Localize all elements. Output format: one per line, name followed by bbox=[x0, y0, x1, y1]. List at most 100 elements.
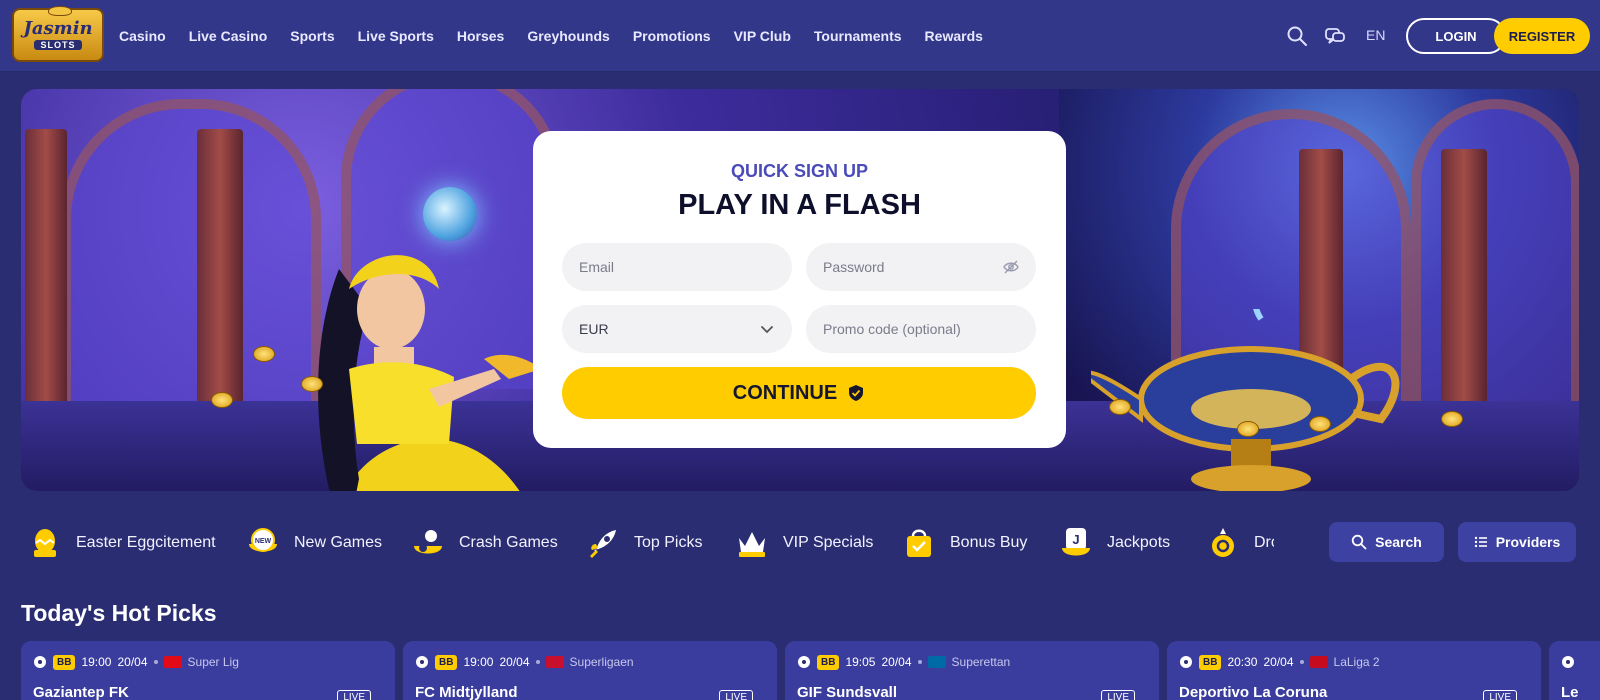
category-vip-specials[interactable]: VIP Specials bbox=[735, 515, 873, 571]
game-search-button[interactable]: Search bbox=[1329, 522, 1444, 562]
hero-arch bbox=[1411, 99, 1579, 419]
match-team: FC Midtjylland bbox=[415, 684, 518, 700]
quick-signup-card: QUICK SIGN UP PLAY IN A FLASH Email Pass… bbox=[533, 131, 1066, 448]
easter-egg-icon bbox=[34, 529, 56, 557]
match-meta: BB 19:00 20/04 Super Lig bbox=[33, 653, 239, 671]
register-button[interactable]: REGISTER bbox=[1494, 18, 1590, 54]
category-drops[interactable]: Dro bbox=[1206, 515, 1274, 571]
nav-greyhounds[interactable]: Greyhounds bbox=[527, 28, 609, 44]
category-top-picks[interactable]: Top Picks bbox=[586, 515, 702, 571]
match-team: GIF Sundsvall bbox=[797, 684, 898, 700]
password-field[interactable]: Password bbox=[806, 243, 1036, 291]
match-time: 19:05 bbox=[845, 655, 876, 669]
separator-dot bbox=[535, 660, 540, 664]
category-label: Bonus Buy bbox=[950, 534, 1028, 551]
logo-text: Jasmin bbox=[23, 18, 93, 39]
match-time: 19:00 bbox=[463, 655, 494, 669]
match-time: 20:30 bbox=[1227, 655, 1258, 669]
currency-value: EUR bbox=[579, 321, 609, 337]
search-button-label: Search bbox=[1375, 534, 1422, 550]
coin-decoration bbox=[253, 346, 275, 362]
game-category-bar: Easter Eggcitement NEW New Games Crash G… bbox=[0, 515, 1310, 571]
match-date: 20/04 bbox=[117, 655, 148, 669]
email-placeholder: Email bbox=[579, 259, 615, 275]
jasmine-illustration bbox=[318, 255, 541, 491]
match-card[interactable]: BB 20:30 20/04 LaLiga 2 Deportivo La Cor… bbox=[1167, 641, 1541, 700]
nav-tournaments[interactable]: Tournaments bbox=[814, 28, 902, 44]
brand-logo[interactable]: Jasmin SLOTS bbox=[12, 6, 104, 62]
coin-decoration bbox=[211, 392, 233, 408]
drops-icon bbox=[1212, 528, 1234, 557]
match-meta: BB 19:05 20/04 Superettan bbox=[797, 653, 1010, 671]
category-label: Crash Games bbox=[459, 534, 558, 551]
chevron-down-icon bbox=[761, 326, 773, 334]
category-label: Easter Eggcitement bbox=[76, 534, 216, 551]
football-icon bbox=[34, 656, 46, 668]
match-meta bbox=[1561, 653, 1575, 671]
category-jackpots[interactable]: J Jackpots bbox=[1059, 515, 1170, 571]
currency-select[interactable]: EUR bbox=[562, 305, 792, 353]
list-icon bbox=[1474, 536, 1487, 548]
category-label: Dro bbox=[1254, 534, 1274, 551]
shield-check-icon bbox=[849, 385, 864, 401]
category-label: Jackpots bbox=[1107, 534, 1171, 551]
match-team: Deportivo La Coruna bbox=[1179, 684, 1328, 700]
category-new-games[interactable]: NEW New Games bbox=[246, 515, 382, 571]
match-team: Gaziantep FK bbox=[33, 684, 129, 700]
language-selector[interactable]: EN bbox=[1366, 27, 1385, 43]
match-meta: BB 20:30 20/04 LaLiga 2 bbox=[1179, 653, 1380, 671]
nav-vip-club[interactable]: VIP Club bbox=[734, 28, 791, 44]
coin-decoration bbox=[1109, 399, 1131, 415]
svg-text:NEW: NEW bbox=[255, 538, 272, 545]
new-badge-icon: NEW bbox=[249, 528, 277, 552]
live-badge: LIVE bbox=[719, 690, 753, 700]
nav-live-casino[interactable]: Live Casino bbox=[189, 28, 268, 44]
search-icon bbox=[1351, 534, 1367, 550]
live-badge: LIVE bbox=[1101, 690, 1135, 700]
category-easter-eggcitement[interactable]: Easter Eggcitement bbox=[28, 515, 216, 571]
live-badge: LIVE bbox=[337, 690, 371, 700]
nav-promotions[interactable]: Promotions bbox=[633, 28, 711, 44]
bet-builder-badge: BB bbox=[53, 654, 76, 670]
magic-lamp-illustration bbox=[1091, 309, 1400, 491]
match-card[interactable]: BB 19:00 20/04 Superligaen FC Midtjyllan… bbox=[403, 641, 777, 700]
category-label: Top Picks bbox=[634, 534, 703, 551]
continue-button[interactable]: CONTINUE bbox=[562, 367, 1036, 419]
rocket-icon bbox=[590, 530, 616, 558]
chat-icon[interactable] bbox=[1324, 25, 1346, 47]
shopping-bag-icon bbox=[907, 529, 931, 557]
providers-button[interactable]: Providers bbox=[1458, 522, 1576, 562]
providers-button-label: Providers bbox=[1495, 534, 1561, 550]
category-crash-games[interactable]: Crash Games bbox=[411, 515, 558, 571]
top-header: Jasmin SLOTS Casino Live Casino Sports L… bbox=[0, 0, 1600, 72]
crown-icon bbox=[739, 532, 765, 557]
category-bonus-buy[interactable]: Bonus Buy bbox=[902, 515, 1027, 571]
nav-casino[interactable]: Casino bbox=[119, 28, 166, 44]
search-icon[interactable] bbox=[1286, 25, 1308, 47]
flag-icon bbox=[1309, 656, 1328, 668]
coin-decoration bbox=[1441, 411, 1463, 427]
match-card[interactable]: BB 19:00 20/04 Super Lig Gaziantep FK LI… bbox=[21, 641, 395, 700]
separator-dot bbox=[153, 660, 158, 664]
nav-live-sports[interactable]: Live Sports bbox=[358, 28, 434, 44]
football-icon bbox=[798, 656, 810, 668]
football-icon bbox=[416, 656, 428, 668]
match-card[interactable]: BB 19:05 20/04 Superettan GIF Sundsvall … bbox=[785, 641, 1159, 700]
nav-horses[interactable]: Horses bbox=[457, 28, 504, 44]
category-label: New Games bbox=[294, 534, 383, 551]
match-card[interactable]: Le bbox=[1549, 641, 1600, 700]
promo-code-field[interactable]: Promo code (optional) bbox=[806, 305, 1036, 353]
coin-decoration bbox=[1309, 416, 1331, 432]
nav-sports[interactable]: Sports bbox=[290, 28, 334, 44]
password-placeholder: Password bbox=[823, 259, 885, 275]
eye-off-icon[interactable] bbox=[1002, 258, 1020, 276]
category-label: VIP Specials bbox=[783, 534, 874, 551]
email-field[interactable]: Email bbox=[562, 243, 792, 291]
match-date: 20/04 bbox=[1263, 655, 1294, 669]
live-badge: LIVE bbox=[1483, 690, 1517, 700]
match-league: Superligaen bbox=[569, 655, 634, 669]
separator-dot bbox=[1299, 660, 1304, 664]
match-team: Le bbox=[1561, 684, 1579, 700]
nav-rewards[interactable]: Rewards bbox=[925, 28, 983, 44]
login-button[interactable]: LOGIN bbox=[1406, 18, 1506, 54]
